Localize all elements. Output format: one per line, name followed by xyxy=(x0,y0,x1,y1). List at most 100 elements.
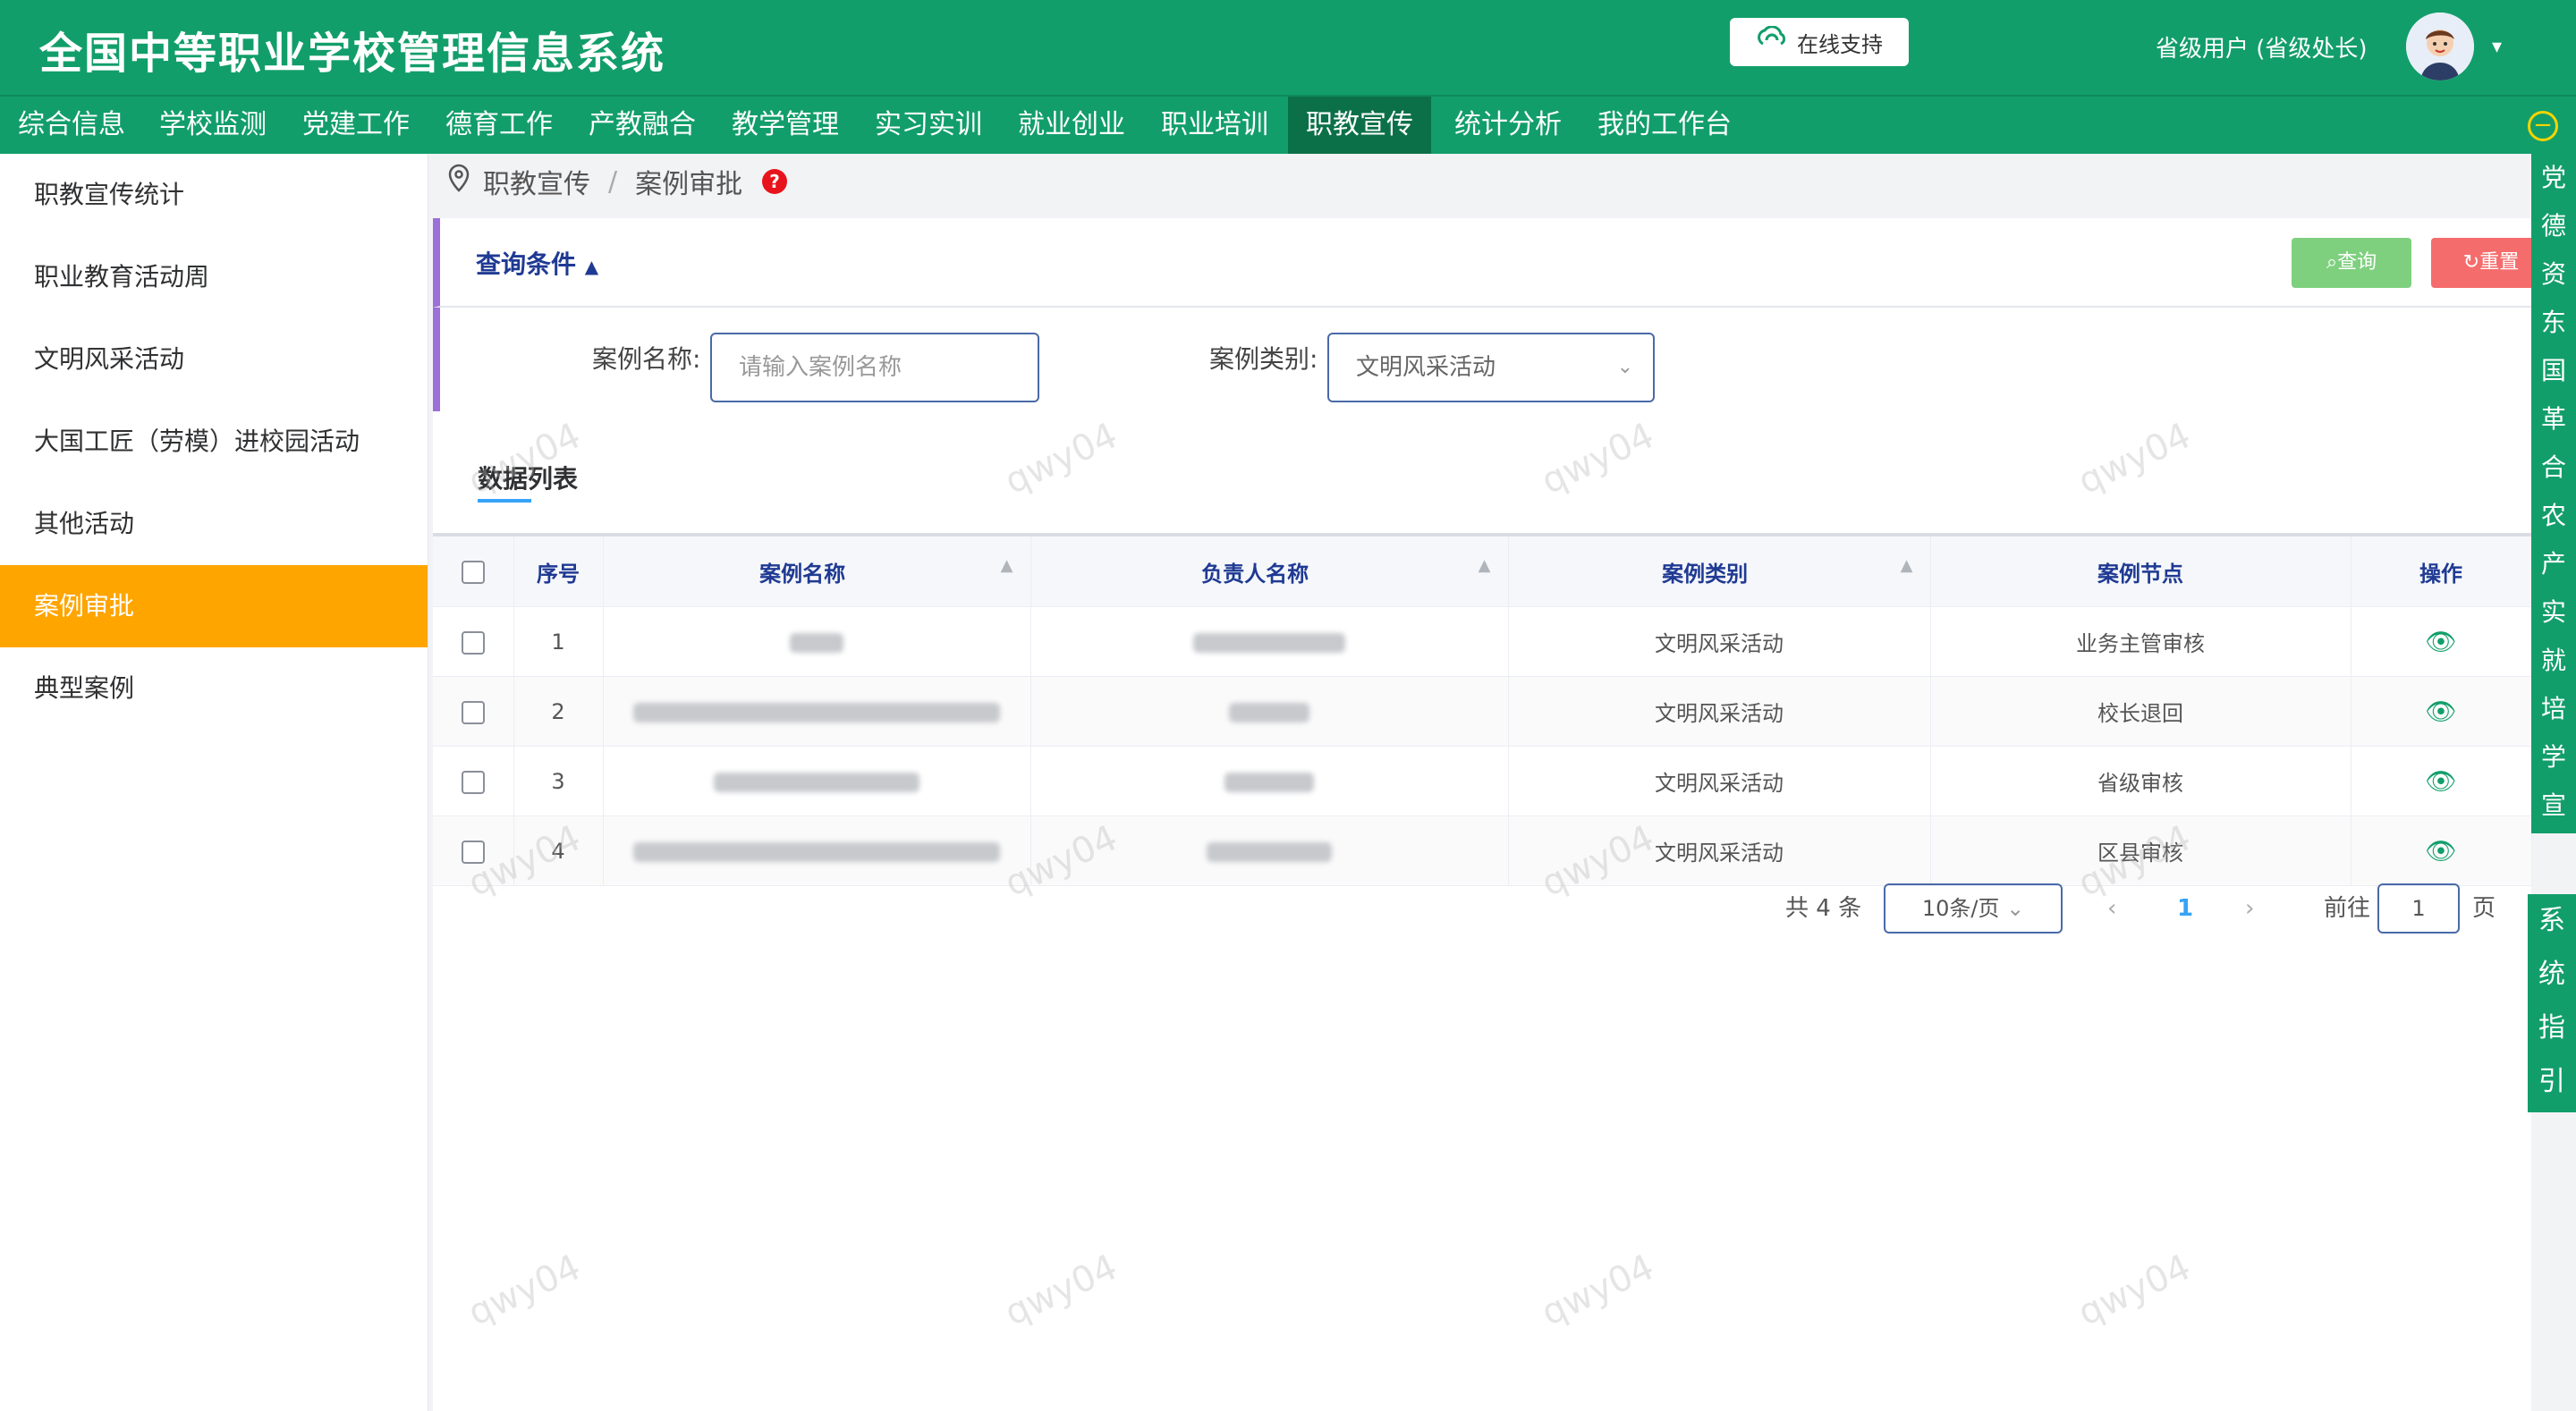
nav-item-职业培训[interactable]: 职业培训 xyxy=(1143,97,1286,154)
row-case-node: 业务主管审核 xyxy=(1930,606,2351,677)
online-support-button[interactable]: 在线支持 xyxy=(1730,18,1909,66)
quick-nav-item[interactable]: 国 xyxy=(2531,347,2576,395)
app-title: 全国中等职业学校管理信息系统 xyxy=(39,29,666,79)
view-eye-icon[interactable]: 👁︎ xyxy=(2351,746,2532,816)
page-size-select[interactable]: 10条/页 ⌄ xyxy=(1884,883,2063,934)
quick-nav-item[interactable]: 东 xyxy=(2531,299,2576,347)
col-case-type[interactable]: 案例类别 ▲ xyxy=(1508,537,1931,607)
nav-item-教学管理[interactable]: 教学管理 xyxy=(714,97,857,154)
view-eye-icon[interactable]: 👁︎ xyxy=(2351,815,2532,886)
col-index: 序号 xyxy=(513,537,604,607)
nav-item-德育工作[interactable]: 德育工作 xyxy=(428,97,571,154)
row-case-type: 文明风采活动 xyxy=(1508,746,1931,816)
goto-page-input[interactable]: 1 xyxy=(2377,883,2460,934)
next-page-button[interactable]: › xyxy=(2245,883,2254,934)
row-case-node: 校长退回 xyxy=(1930,676,2351,747)
quick-nav-item[interactable]: 革 xyxy=(2531,395,2576,444)
query-button[interactable]: ⌕查询 xyxy=(2292,238,2411,288)
view-eye-icon[interactable]: 👁︎ xyxy=(2351,676,2532,747)
row-case-name-redacted xyxy=(603,676,1031,747)
table-header-row: 序号 案例名称 ▲ 负责人名称 ▲ 案例类别 ▲ 案例节点 操作 xyxy=(433,537,2532,607)
query-conditions-toggle[interactable]: 查询条件 ▲ xyxy=(476,245,598,281)
row-index: 2 xyxy=(513,676,604,747)
nav-item-学校监测[interactable]: 学校监测 xyxy=(141,97,284,154)
right-quick-nav: 党 德 资 东 国 革 合 农 产 实 就 培 学 宣 xyxy=(2531,154,2576,833)
row-checkbox[interactable] xyxy=(433,815,514,886)
table-row: 3 文明风采活动 省级审核 👁︎ xyxy=(433,746,2532,816)
chevron-down-icon[interactable]: ▾ xyxy=(2492,36,2502,58)
chevron-down-icon: ⌄ xyxy=(1616,356,1633,378)
quick-nav-item[interactable]: 实 xyxy=(2531,588,2576,637)
case-type-select[interactable]: 文明风采活动 ⌄ xyxy=(1327,333,1655,402)
quick-nav-item[interactable]: 培 xyxy=(2531,685,2576,733)
top-header: 全国中等职业学校管理信息系统 在线支持 省级用户 (省级处长) ▾ xyxy=(0,0,2576,95)
select-all-checkbox[interactable] xyxy=(433,537,514,607)
case-name-input[interactable]: 请输入案例名称 xyxy=(710,333,1039,402)
sort-icon: ▲ xyxy=(1900,555,1913,575)
quick-nav-item[interactable]: 资 xyxy=(2531,250,2576,299)
nav-item-综合信息[interactable]: 综合信息 xyxy=(0,97,143,154)
sidebar-item-craftsman[interactable]: 大国工匠（劳模）进校园活动 xyxy=(0,401,428,483)
headset-cloud-icon xyxy=(1756,25,1788,58)
data-list-tab[interactable]: 数据列表 xyxy=(478,460,578,495)
case-type-label: 案例类别: xyxy=(1209,344,1318,374)
nav-item-职教宣传[interactable]: 职教宣传 xyxy=(1288,97,1431,154)
quick-nav-item[interactable]: 合 xyxy=(2531,444,2576,492)
row-index: 3 xyxy=(513,746,604,816)
quick-nav-item[interactable]: 学 xyxy=(2531,733,2576,782)
row-case-node: 区县审核 xyxy=(1930,815,2351,886)
sidebar-item-case-approval[interactable]: 案例审批 xyxy=(0,565,428,647)
collapse-icon[interactable]: − xyxy=(2528,111,2558,141)
pagination-total: 共 4 条 xyxy=(1785,895,1862,922)
quick-nav-item[interactable]: 德 xyxy=(2531,202,2576,250)
row-owner-redacted xyxy=(1030,606,1509,677)
quick-nav-item[interactable]: 农 xyxy=(2531,492,2576,540)
nav-item-统计分析[interactable]: 统计分析 xyxy=(1436,97,1580,154)
breadcrumb-item-level1[interactable]: 职教宣传 xyxy=(483,162,590,201)
sidebar-item-typical-cases[interactable]: 典型案例 xyxy=(0,647,428,730)
query-header: 查询条件 ▲ ⌕查询 ↻重置 xyxy=(433,218,2551,308)
location-pin-icon xyxy=(447,164,470,199)
page-suffix-label: 页 xyxy=(2472,895,2496,922)
case-name-label: 案例名称: xyxy=(592,344,701,374)
row-case-name-redacted xyxy=(603,815,1031,886)
breadcrumb-item-level2: 案例审批 xyxy=(635,169,743,200)
sidebar-item-activity-week[interactable]: 职业教育活动周 xyxy=(0,236,428,318)
sidebar-item-civility[interactable]: 文明风采活动 xyxy=(0,318,428,401)
caret-up-icon: ▲ xyxy=(584,256,599,277)
system-guide-button[interactable]: 系 统 指 引 xyxy=(2528,894,2576,1112)
nav-item-我的工作台[interactable]: 我的工作台 xyxy=(1580,97,1750,154)
row-case-type: 文明风采活动 xyxy=(1508,676,1931,747)
row-checkbox[interactable] xyxy=(433,606,514,677)
user-role-label[interactable]: 省级用户 (省级处长) xyxy=(2156,30,2368,63)
nav-item-实习实训[interactable]: 实习实训 xyxy=(857,97,1000,154)
row-case-name-redacted xyxy=(603,746,1031,816)
col-case-name[interactable]: 案例名称 ▲ xyxy=(603,537,1031,607)
goto-label: 前往 xyxy=(2324,895,2371,922)
help-icon[interactable]: ? xyxy=(762,169,788,194)
row-owner-redacted xyxy=(1030,746,1509,816)
quick-nav-item[interactable]: 党 xyxy=(2531,154,2576,202)
row-checkbox[interactable] xyxy=(433,676,514,747)
sort-icon: ▲ xyxy=(1478,555,1491,575)
quick-nav-item[interactable]: 就 xyxy=(2531,637,2576,685)
nav-item-党建工作[interactable]: 党建工作 xyxy=(284,97,428,154)
row-checkbox[interactable] xyxy=(433,746,514,816)
nav-item-就业创业[interactable]: 就业创业 xyxy=(1000,97,1143,154)
page-number-current[interactable]: 1 xyxy=(2177,883,2193,934)
nav-item-产教融合[interactable]: 产教融合 xyxy=(571,97,714,154)
guide-char: 指 xyxy=(2538,1012,2565,1043)
row-case-node: 省级审核 xyxy=(1930,746,2351,816)
user-avatar[interactable] xyxy=(2406,13,2474,80)
quick-nav-item[interactable]: 宣 xyxy=(2531,782,2576,830)
col-owner-name[interactable]: 负责人名称 ▲ xyxy=(1030,537,1509,607)
sidebar-item-other[interactable]: 其他活动 xyxy=(0,483,428,565)
view-eye-icon[interactable]: 👁︎ xyxy=(2351,606,2532,677)
sidebar-item-stats[interactable]: 职教宣传统计 xyxy=(0,154,428,236)
refresh-icon: ↻ xyxy=(2462,251,2480,274)
tab-underline xyxy=(478,499,531,503)
row-index: 1 xyxy=(513,606,604,677)
prev-page-button[interactable]: ‹ xyxy=(2107,883,2116,934)
row-case-type: 文明风采活动 xyxy=(1508,815,1931,886)
quick-nav-item[interactable]: 产 xyxy=(2531,540,2576,588)
